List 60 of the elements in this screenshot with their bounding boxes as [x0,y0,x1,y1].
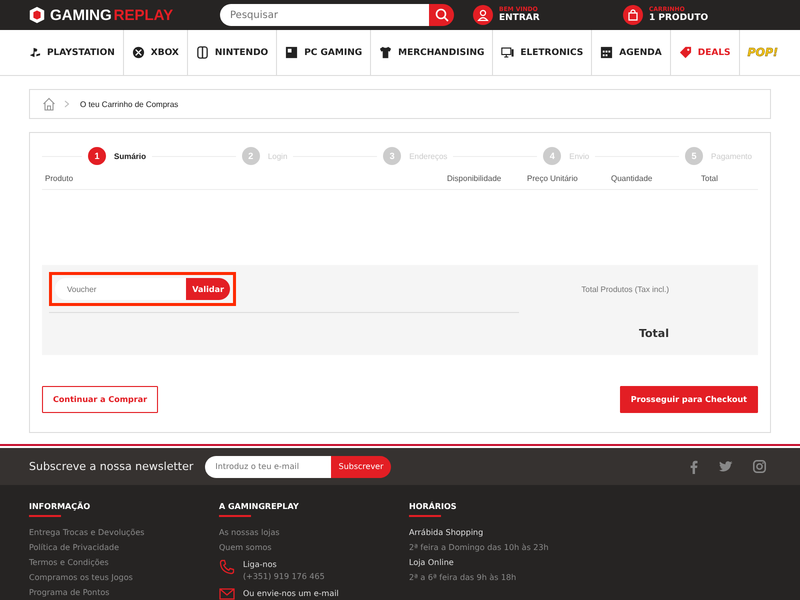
tag-icon [678,46,692,59]
cube-logo-icon [28,6,46,24]
circle-x-icon [132,46,145,59]
footer-link[interactable]: As nossas lojas [219,527,409,539]
newsletter-title: Subscreve a nossa newsletter [29,460,194,473]
nav-item[interactable]: PLAYSTATION [28,30,124,75]
footer-link[interactable]: Termos e Condições [29,557,219,569]
user-icon [477,9,489,21]
shirt-icon [379,46,392,59]
phone-icon [219,559,235,575]
home-icon[interactable] [42,97,56,111]
search-icon [434,8,448,22]
footer-link[interactable]: Compramos os teus Jogos [29,572,219,584]
total-label: Total [638,327,669,340]
checkout-button[interactable]: Prosseguir para Checkout [620,386,758,413]
pc-icon [285,46,298,59]
nav-item[interactable]: NINTENDO [188,30,278,75]
nav-item[interactable]: MERCHANDISING [371,30,494,75]
chevron-icon [64,100,70,108]
voucher-field[interactable]: Voucher [55,278,186,300]
subtotal-label: Total Produtos (Tax incl.) [581,285,669,294]
nav-item[interactable]: PC GAMING [277,30,372,75]
checkout-step[interactable]: 1 Sumário [82,147,152,165]
search-field[interactable]: Pesquisar [220,4,429,26]
column-header: Disponibilidade [447,174,502,183]
logo[interactable]: GAMING REPLAY [28,6,220,24]
email-field[interactable]: Introduz o teu e-mail [205,456,331,478]
subscribe-button[interactable]: Subscrever [330,456,392,478]
footer-link[interactable]: Política de Privacidade [29,542,219,554]
breadcrumb-current: O teu Carrinho de Compras [80,100,178,108]
store-name: Arrábida Shopping [409,527,484,539]
calendar-icon [600,46,614,59]
facebook-icon[interactable] [689,460,699,474]
column-header: Produto [45,174,74,183]
nav-item[interactable]: XBOX [124,30,188,75]
nav-item[interactable]: AGENDA [592,30,671,75]
footer-link[interactable]: Quem somos [219,542,409,554]
column-header: Total [701,174,719,183]
opening-hours: 2ª feira a Domingo das 10h às 23h [409,542,550,554]
monitor-icon [501,46,514,59]
step-number-badge: 1 [88,147,106,165]
console-icon [196,46,209,59]
twitter-icon[interactable] [719,460,733,472]
opening-hours: 2ª a 6ª feira das 9h às 18h [409,572,518,584]
footer-link[interactable]: Programa de Pontos [29,587,219,599]
contact-title: Liga-nos [243,559,278,571]
validate-button[interactable]: Validar [186,278,230,300]
column-header: Quantidade [611,174,654,183]
shopping-bag-icon [627,9,639,21]
store-name: Loja Online [409,557,455,569]
continue-shopping-button[interactable]: Continuar a Comprar [42,386,158,413]
footer-link[interactable]: Entrega Trocas e Devoluções [29,527,219,539]
contact-title: Ou envie-nos um e-mail [243,588,339,600]
instagram-icon[interactable] [753,460,766,473]
nav-item[interactable]: ELETRONICS [493,30,592,75]
envelope-icon [219,588,235,600]
column-header: Preço Unitário [527,174,579,183]
nav-item[interactable]: DEALS [670,30,740,75]
phone-number[interactable]: (+351) 919 176 465 [243,571,325,583]
search-button[interactable] [429,4,454,26]
